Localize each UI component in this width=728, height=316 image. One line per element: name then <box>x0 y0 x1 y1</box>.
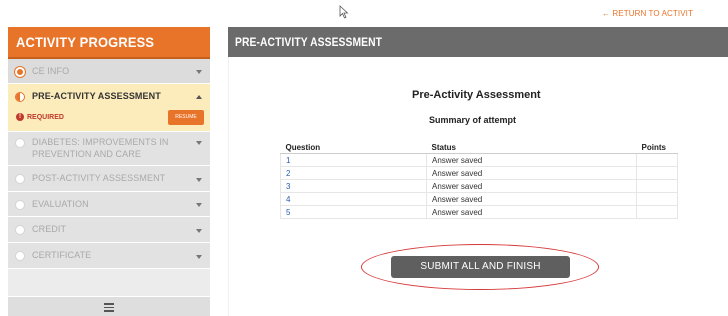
chevron-down-icon[interactable] <box>196 229 202 233</box>
cursor-arrow-icon <box>339 5 349 19</box>
table-row: 2 Answer saved <box>280 166 678 180</box>
sidebar-item-label: PRE-ACTIVITY ASSESSMENT <box>32 91 161 101</box>
return-to-activity-link[interactable]: ← RETURN TO ACTIVIT <box>602 9 693 18</box>
question-link[interactable]: 5 <box>280 205 427 219</box>
submit-all-and-finish-button[interactable]: SUBMIT ALL AND FINISH <box>391 256 570 278</box>
chevron-down-icon[interactable] <box>196 255 202 259</box>
question-link[interactable]: 2 <box>280 166 427 180</box>
summary-subheading: Summary of attempt <box>429 115 517 125</box>
sidebar-item-label: CE INFO <box>32 66 70 76</box>
sidebar-item-label-line2: PREVENTION AND CARE <box>32 149 141 159</box>
status-cell: Answer saved <box>426 153 637 167</box>
status-cell: Answer saved <box>426 179 637 193</box>
sidebar-item-label: EVALUATION <box>32 199 89 209</box>
progress-circle-icon <box>15 67 25 77</box>
assessment-heading: Pre-Activity Assessment <box>412 89 541 101</box>
chevron-down-icon[interactable] <box>196 203 202 207</box>
panel-title: PRE-ACTIVITY ASSESSMENT <box>228 27 728 57</box>
sidebar-item-evaluation[interactable]: EVALUATION <box>8 192 210 217</box>
question-link[interactable]: 3 <box>280 179 427 193</box>
column-header-question: Question <box>280 141 427 154</box>
chevron-up-icon[interactable] <box>196 95 202 99</box>
question-link[interactable]: 1 <box>280 153 427 167</box>
progress-circle-icon <box>15 251 25 261</box>
sidebar-item-label: CREDIT <box>32 224 67 234</box>
activity-progress-sidebar: ACTIVITY PROGRESS CE INFO PRE-ACTIVITY A… <box>8 27 210 316</box>
sidebar-menu-bar[interactable] <box>8 296 210 316</box>
status-cell: Answer saved <box>426 192 637 206</box>
required-badge: ! REQUIRED <box>16 113 64 121</box>
sidebar-item-certificate[interactable]: CERTIFICATE <box>8 243 210 269</box>
status-cell: Answer saved <box>426 166 637 180</box>
progress-circle-icon <box>15 225 25 235</box>
table-row: 4 Answer saved <box>280 192 678 206</box>
alert-icon: ! <box>16 113 24 121</box>
sidebar-item-label: CERTIFICATE <box>32 250 92 260</box>
progress-circle-icon <box>15 174 25 184</box>
hamburger-menu-icon[interactable] <box>104 303 114 312</box>
points-cell <box>636 166 678 180</box>
sidebar-item-pre-activity-assessment[interactable]: PRE-ACTIVITY ASSESSMENT ! REQUIRED RESUME <box>8 84 210 132</box>
chevron-down-icon[interactable] <box>196 70 202 74</box>
resume-button[interactable]: RESUME <box>168 110 204 125</box>
points-cell <box>636 205 678 219</box>
sidebar-item-ce-info[interactable]: CE INFO <box>8 59 210 84</box>
table-header-row: Question Status Points <box>280 141 678 154</box>
points-cell <box>636 192 678 206</box>
sidebar-title: ACTIVITY PROGRESS <box>8 27 210 59</box>
progress-circle-icon <box>15 92 25 102</box>
status-cell: Answer saved <box>426 205 637 219</box>
table-row: 1 Answer saved <box>280 153 678 167</box>
sidebar-item-post-activity-assessment[interactable]: POST-ACTIVITY ASSESSMENT <box>8 166 210 192</box>
attempt-summary-table: Question Status Points 1 Answer saved 2 … <box>280 141 678 219</box>
chevron-down-icon[interactable] <box>196 141 202 145</box>
points-cell <box>636 153 678 167</box>
column-header-status: Status <box>426 141 637 154</box>
progress-circle-icon <box>15 138 25 148</box>
chevron-down-icon[interactable] <box>196 178 202 182</box>
question-link[interactable]: 4 <box>280 192 427 206</box>
table-row: 5 Answer saved <box>280 205 678 219</box>
sidebar-item-label: POST-ACTIVITY ASSESSMENT <box>32 173 166 183</box>
sidebar-item-label-line1: DIABETES: IMPROVEMENTS IN <box>32 137 169 147</box>
points-cell <box>636 179 678 193</box>
column-header-points: Points <box>636 141 678 154</box>
sidebar-item-credit[interactable]: CREDIT <box>8 217 210 243</box>
table-row: 3 Answer saved <box>280 179 678 193</box>
progress-circle-icon <box>15 200 25 210</box>
sidebar-item-diabetes-module[interactable]: DIABETES: IMPROVEMENTS IN PREVENTION AND… <box>8 132 210 166</box>
